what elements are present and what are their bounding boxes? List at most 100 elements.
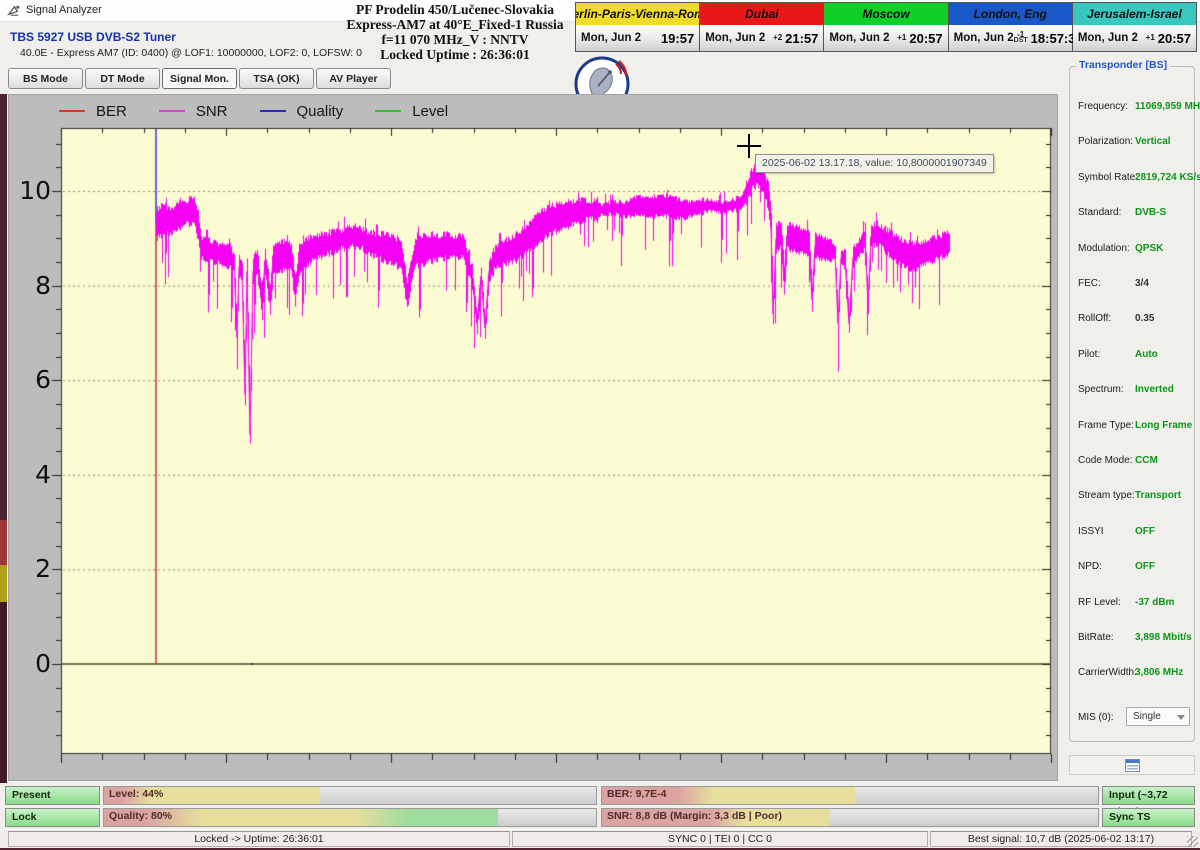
field-value: OFF [1135,526,1155,537]
chevron-down-icon [1177,715,1185,720]
field-value: DVB-S [1135,207,1166,218]
tab-signal-mon-[interactable]: Signal Mon. [162,68,237,89]
mis-row: MIS (0): Single [1078,707,1190,727]
clock-time: 20:57 [1158,31,1191,46]
field-value: Long Frame [1135,420,1192,431]
snr-bar: SNR: 8,8 dB (Margin: 3,3 dB | Poor) [601,808,1099,827]
field-value: 11069,959 MHz [1135,101,1200,112]
export-button[interactable] [1069,755,1195,775]
field-label: Standard: [1078,207,1121,221]
field-value: 0.35 [1135,313,1154,324]
crosshair-cursor [737,145,761,147]
tab-bs-mode[interactable]: BS Mode [8,68,83,89]
transponder-field-symbol-rate-: Symbol Rate:2819,724 KS/s [1078,172,1188,186]
clock-date: Mon, Jun 2 [581,32,641,44]
snr-plot-canvas[interactable] [9,95,1059,782]
field-label: RollOff: [1078,313,1111,327]
field-label: NPD: [1078,561,1102,575]
transponder-field-rf-level-: RF Level:-37 dBm [1078,597,1188,611]
field-value: Transport [1135,490,1181,501]
clock-time-row: Mon, Jun 2 +120:57 [1073,25,1196,51]
field-value: Inverted [1135,384,1174,395]
tab-bar: BS ModeDT ModeSignal Mon.TSA (OK)AV Play… [8,68,391,90]
transponder-field-stream-type-: Stream type:Transport [1078,490,1188,504]
clock-time-row: Mon, Jun 2+221:57 [700,25,823,51]
y-tick-label-4: 4 [11,460,51,490]
field-label: BitRate: [1078,632,1114,646]
clock-date: Mon, Jun 2 [1078,32,1138,44]
transponder-field-polarization-: Polarization:Vertical [1078,136,1188,150]
data-point-tooltip: 2025-06-02 13.17.18, value: 10,800000190… [755,154,994,173]
transponder-field-modulation-: Modulation:QPSK [1078,243,1188,257]
clock-time: 20:57 [909,31,942,46]
clock-utc-offset: -1DST [1014,32,1031,45]
y-tick-label-6: 6 [11,365,51,395]
world-clocks: Berlin-Paris-Vienna-Roma Mon, Jun 2 19:57 D… [575,2,1197,52]
clock-city-label: London, Eng [949,3,1072,25]
field-label: Stream type: [1078,490,1135,504]
tab-av-player[interactable]: AV Player [316,68,391,89]
clock-time: 21:57 [785,31,818,46]
lock-status-box: Lock [5,808,100,827]
clock-berlin-paris-vienna-roma: Berlin-Paris-Vienna-Roma Mon, Jun 2 19:57 [576,3,700,51]
field-label: ISSYI [1078,526,1104,540]
field-value: 3,806 MHz [1135,667,1183,678]
field-value: Vertical [1135,136,1171,147]
station-line-4: Locked Uptime : 26:36:01 [330,47,580,62]
field-value: 2819,724 KS/s [1135,172,1200,183]
status-sync-counters: SYNC 0 | TEI 0 | CC 0 [512,831,928,847]
field-label: Code Mode: [1078,455,1132,469]
y-tick-label-0: 0 [11,649,51,679]
transponder-field-bitrate-: BitRate:3,898 Mbit/s [1078,632,1188,646]
sync-ts-status-box: Sync TS [1102,808,1195,827]
ber-bar: BER: 9,7E-4 [601,786,1099,805]
field-value: CCM [1135,455,1158,466]
bar-label: Level: 44% [109,788,163,800]
y-tick-label-10: 10 [11,176,51,206]
signal-chart[interactable]: BERSNRQualityLevel 1086420 2025-06-02 13… [8,94,1058,781]
table-icon [1125,759,1140,772]
field-label: Frame Type: [1078,420,1134,434]
transponder-field-frequency-: Frequency:11069,959 MHz [1078,101,1188,115]
station-line-2: Express-AM7 at 40°E_Fixed-1 Russia [330,17,580,32]
clock-date: Mon, Jun 2 [829,32,889,44]
tuner-name: TBS 5927 USB DVB-S2 Tuner [10,30,176,44]
field-label: Modulation: [1078,243,1130,257]
level-bar: Level: 44% [103,786,597,805]
clock-city-label: Moscow [824,3,947,25]
mis-dropdown[interactable]: Single [1126,707,1190,726]
clock-city-label: Berlin-Paris-Vienna-Roma [576,3,699,25]
app-icon [7,3,22,18]
clock-city-label: Jerusalem-Israel [1073,3,1196,25]
transponder-field-pilot-: Pilot:Auto [1078,349,1188,363]
field-label: Frequency: [1078,101,1128,115]
transponder-field-carrierwidth-: CarrierWidth:3,806 MHz [1078,667,1188,681]
clock-time-row: Mon, Jun 2 +120:57 [824,25,947,51]
y-tick-label-8: 8 [11,271,51,301]
mis-label: MIS (0): [1078,712,1114,723]
transponder-panel-title: Transponder [BS] [1076,59,1170,71]
tab-dt-mode[interactable]: DT Mode [85,68,160,89]
resize-grip[interactable] [1187,836,1198,847]
clock-dubai: DubaiMon, Jun 2+221:57 [700,3,824,51]
status-bar: Locked -> Uptime: 26:36:01 SYNC 0 | TEI … [0,829,1200,848]
field-value: Auto [1135,349,1158,360]
clock-time-row: Mon, Jun 2-1DST18:57:31 [949,25,1072,51]
window-title: Signal Analyzer [26,4,102,16]
clock-date: Mon, Jun 2 [954,32,1014,44]
clock-utc-offset: +1 [1146,35,1158,42]
station-header: PF Prodelin 450/Lučenec-Slovakia Express… [330,2,580,62]
field-value: OFF [1135,561,1155,572]
field-value: -37 dBm [1135,597,1174,608]
clock-moscow: Moscow Mon, Jun 2 +120:57 [824,3,948,51]
tab-tsa-ok-[interactable]: TSA (OK) [239,68,314,89]
bar-label: Quality: 80% [109,810,172,822]
transponder-field-standard-: Standard: DVB-S [1078,207,1188,221]
status-uptime: Locked -> Uptime: 26:36:01 [8,831,510,847]
station-line-3: f=11 070 MHz_V : NNTV [330,32,580,47]
clock-utc-offset: +1 [897,35,909,42]
clock-utc-offset: +2 [773,35,785,42]
clock-time: 19:57 [661,31,694,46]
transponder-field-fec-: FEC:3/4 [1078,278,1188,292]
field-label: Symbol Rate: [1078,172,1138,186]
